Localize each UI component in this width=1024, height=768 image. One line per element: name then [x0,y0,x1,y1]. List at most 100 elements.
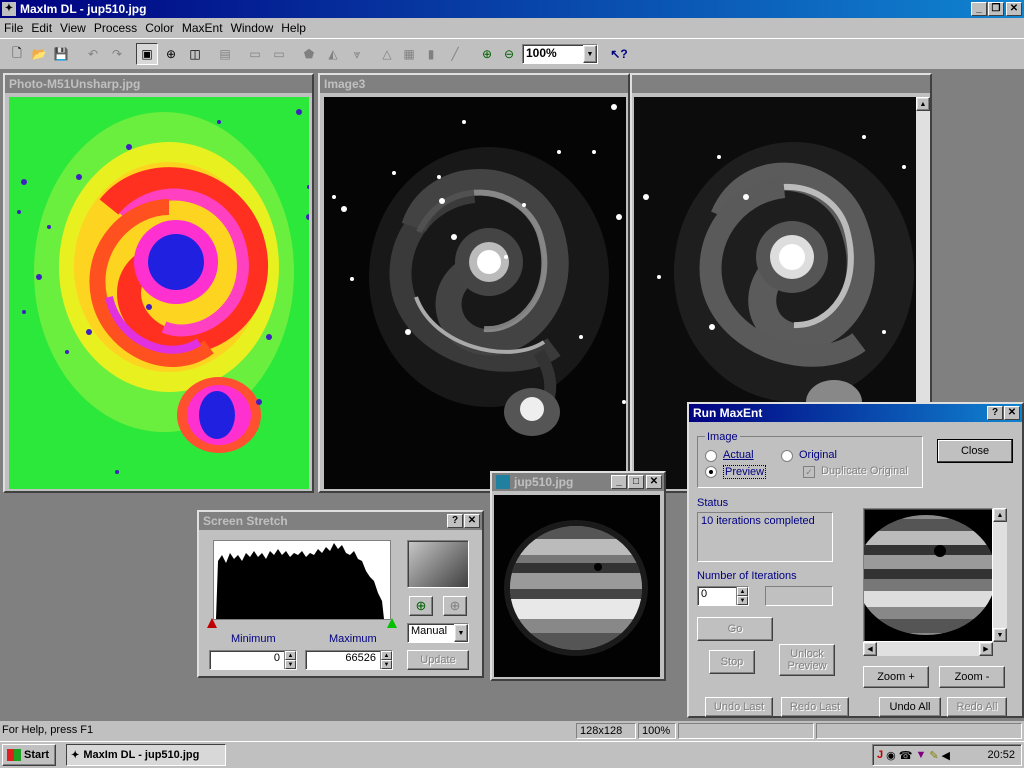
scroll-up-icon[interactable]: ▲ [916,97,930,111]
scroll-up-icon[interactable]: ▲ [993,508,1007,522]
tray-app-icon[interactable]: J [877,749,883,761]
stretch-mode-select[interactable]: Manual ▼ [407,623,469,643]
dual-view-icon[interactable]: ◫ [184,43,206,65]
tray-clock[interactable]: 20:52 [987,749,1021,761]
scroll-right-icon[interactable]: ▶ [979,642,993,656]
maximum-input[interactable]: 66526 ▲ ▼ [305,650,393,670]
tray-pen-icon[interactable]: ✎ [929,749,938,762]
context-help-icon[interactable]: ↖? [608,43,630,65]
panel2-icon[interactable]: ▭ [268,43,290,65]
close-icon[interactable]: ✕ [464,514,480,528]
redo-icon[interactable]: ↷ [106,43,128,65]
duplicate-original-checkbox[interactable]: ✓ [803,466,815,478]
jup-close-button[interactable]: ✕ [646,475,662,489]
iterations-input[interactable]: 0 ▲ ▼ [697,586,749,606]
minimize-button[interactable]: _ [971,2,987,16]
preview-radio[interactable] [705,466,717,478]
menu-view[interactable]: View [56,21,90,35]
preview-label[interactable]: Preview [723,465,767,479]
jup-maximize-button[interactable]: □ [628,475,644,489]
tray-modem-icon[interactable]: ☎ [899,749,913,762]
noise-icon[interactable]: ▦ [398,43,420,65]
menu-help[interactable]: Help [277,21,310,35]
maxent-close-icon[interactable]: ✕ [1004,406,1020,420]
image-view-icon[interactable]: ▣ [136,43,158,65]
redo-last-button[interactable]: Redo Last [781,697,849,717]
status-pane-4 [816,723,1022,739]
zoom-out-icon[interactable]: ⊖ [498,43,520,65]
panel-icon[interactable]: ▭ [244,43,266,65]
line-icon[interactable]: ╱ [444,43,466,65]
redo-all-button[interactable]: Redo All [947,697,1007,717]
jup-window-title-bar[interactable]: jup510.jpg _ □ ✕ [492,473,664,491]
jup-window[interactable]: jup510.jpg _ □ ✕ [490,471,666,681]
shape-icon[interactable]: ⬟ [298,43,320,65]
stretch-zoom-out-icon[interactable]: ⊕ [443,596,467,616]
menu-window[interactable]: Window [227,21,278,35]
bar-icon[interactable]: ▮ [420,43,442,65]
tray-triangle-icon[interactable]: ▼ [915,749,926,761]
zoom-select[interactable]: 100% ▼ [522,44,598,64]
original-label[interactable]: Original [799,449,837,461]
maxent-close-button[interactable]: Close [937,439,1013,463]
undo-all-button[interactable]: Undo All [879,697,941,717]
tray-network-icon[interactable]: ◉ [886,749,896,762]
screen-stretch-title-bar[interactable]: Screen Stretch ? ✕ [199,512,482,530]
triangle-outline-icon[interactable]: △ [376,43,398,65]
run-maxent-dialog[interactable]: Run MaxEnt ? ✕ Image Actual Original Pre… [687,402,1024,718]
minimum-input[interactable]: 0 ▲ ▼ [209,650,297,670]
zoom-in-icon[interactable]: ⊕ [476,43,498,65]
triangle-icon[interactable]: ◭ [322,43,344,65]
photo-window[interactable]: Photo-M51Unsharp.jpg [3,73,314,493]
jup-minimize-button[interactable]: _ [611,475,627,489]
iterations-spinner[interactable]: ▲ ▼ [736,587,748,605]
preview-horizontal-scrollbar[interactable]: ◀ ▶ [863,642,993,656]
undo-icon[interactable]: ↶ [82,43,104,65]
menu-file[interactable]: File [0,21,27,35]
funnel-icon[interactable]: ⩔ [346,43,368,65]
minimum-spinner[interactable]: ▲ ▼ [284,651,296,669]
crosshair-icon[interactable]: ⊕ [160,43,182,65]
start-button[interactable]: Start [2,744,56,766]
chevron-down-icon[interactable]: ▼ [454,624,468,642]
go-button[interactable]: Go [697,617,773,641]
undo-last-button[interactable]: Undo Last [705,697,773,717]
stretch-mode-value: Manual [411,625,448,637]
min-marker-icon[interactable] [207,618,217,628]
windows-logo-icon [7,749,21,761]
zoom-in-button[interactable]: Zoom + [863,666,929,688]
maximum-spinner[interactable]: ▲ ▼ [380,651,392,669]
screen-stretch-dialog[interactable]: Screen Stretch ? ✕ Minimum Maximum 0 ▲ ▼ … [197,510,484,678]
scroll-down-icon[interactable]: ▼ [993,628,1007,642]
unlock-preview-button[interactable]: Unlock Preview [779,644,835,676]
taskbar-maxim-button[interactable]: ✦ MaxIm DL - jup510.jpg [66,744,226,766]
actual-label[interactable]: Actual [723,449,754,461]
restore-button[interactable]: ❐ [988,2,1004,16]
stretch-zoom-in-icon[interactable]: ⊕ [409,596,433,616]
open-folder-icon[interactable]: 📂 [28,43,50,65]
tray-speaker-icon[interactable]: ◀ [942,749,950,762]
app-title-bar[interactable]: ✦ MaxIm DL - jup510.jpg _ ❐ ✕ [0,0,1024,18]
preview-vertical-scrollbar[interactable]: ▲ ▼ [993,508,1007,642]
stop-button[interactable]: Stop [709,650,755,674]
actual-radio[interactable] [705,450,717,462]
maxent-help-icon[interactable]: ? [987,406,1003,420]
status-help-text: For Help, press F1 [2,724,94,736]
menu-color[interactable]: Color [141,21,178,35]
help-icon[interactable]: ? [447,514,463,528]
image3-window[interactable]: Image3 [318,73,630,493]
chevron-down-icon[interactable]: ▼ [583,45,597,63]
run-maxent-title-bar[interactable]: Run MaxEnt ? ✕ [689,404,1022,422]
histogram-icon[interactable]: ▤ [214,43,236,65]
new-file-icon[interactable]: 🗋 [6,43,28,65]
original-radio[interactable] [781,450,793,462]
update-button[interactable]: Update [407,650,469,670]
menu-process[interactable]: Process [90,21,141,35]
scroll-left-icon[interactable]: ◀ [863,642,877,656]
menu-edit[interactable]: Edit [27,21,56,35]
save-icon[interactable]: 💾 [50,43,72,65]
close-button[interactable]: ✕ [1006,2,1022,16]
zoom-out-button[interactable]: Zoom - [939,666,1005,688]
menu-maxent[interactable]: MaxEnt [178,21,227,35]
max-marker-icon[interactable] [387,618,397,628]
